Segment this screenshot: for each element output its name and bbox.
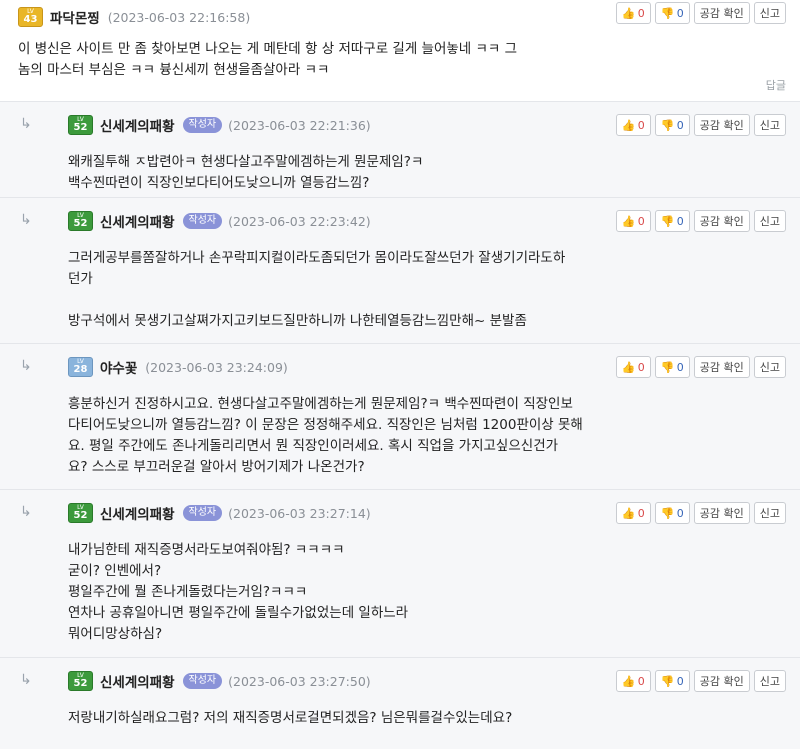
reply-arrow-icon: ↳ (20, 212, 32, 228)
comment-actions: 👍 0 👎 0 공감 확인 신고 (615, 114, 786, 136)
comment-actions: 👍 0 👎 0 공감 확인 신고 (615, 502, 786, 524)
reply-comment: ↳ LV 52 신세계의패황 작성자 (2023-06-03 23:27:14)… (0, 489, 800, 657)
like-button[interactable]: 👍 0 (615, 356, 651, 378)
comment-timestamp: (2023-06-03 22:21:36) (228, 117, 371, 133)
report-button[interactable]: 신고 (753, 502, 786, 524)
report-button[interactable]: 신고 (753, 356, 786, 378)
comment-header: LV 52 신세계의패황 작성자 (2023-06-03 23:27:50) 👍… (68, 668, 790, 694)
dislike-button[interactable]: 👎 0 (654, 114, 690, 136)
empathy-check-button[interactable]: 공감 확인 (693, 114, 750, 136)
comment-timestamp: (2023-06-03 23:24:09) (145, 359, 288, 375)
reply-arrow-icon: ↳ (20, 358, 32, 374)
level-badge-icon: LV 28 (68, 357, 93, 377)
like-button[interactable]: 👍 0 (615, 210, 651, 232)
reply-arrow-icon: ↳ (20, 116, 32, 132)
author-badge: 작성자 (182, 213, 223, 229)
dislike-button[interactable]: 👎 0 (654, 2, 690, 24)
thumbs-up-icon: 👍 (621, 674, 636, 688)
thumbs-up-icon: 👍 (621, 360, 636, 374)
empathy-check-button[interactable]: 공감 확인 (693, 2, 750, 24)
author-nickname[interactable]: 신세계의패황 (100, 115, 175, 135)
empathy-check-button[interactable]: 공감 확인 (693, 502, 750, 524)
empathy-check-button[interactable]: 공감 확인 (693, 356, 750, 378)
report-button[interactable]: 신고 (753, 210, 786, 232)
like-button[interactable]: 👍 0 (615, 2, 651, 24)
comment-actions: 👍 0 👎 0 공감 확인 신고 (615, 670, 786, 692)
thumbs-up-icon: 👍 (621, 6, 636, 20)
thumbs-down-icon: 👎 (660, 6, 675, 20)
thumbs-down-icon: 👎 (660, 118, 675, 132)
thumbs-down-icon: 👎 (660, 506, 675, 520)
level-badge-icon: LV 52 (68, 671, 93, 691)
comment-header: LV 52 신세계의패황 작성자 (2023-06-03 22:21:36) 👍… (68, 112, 790, 138)
comment-header: LV 52 신세계의패황 작성자 (2023-06-03 22:23:42) 👍… (68, 208, 790, 234)
comment-body: 왜캐질투해 ㅈ밥련아ㅋ 현생다살고주말에겜하는게 뭔문제임?ㅋ 백수찐따련이 직… (68, 154, 424, 191)
thumbs-up-icon: 👍 (621, 118, 636, 132)
author-nickname[interactable]: 신세계의패황 (100, 671, 175, 691)
like-button[interactable]: 👍 0 (615, 502, 651, 524)
like-button[interactable]: 👍 0 (615, 670, 651, 692)
dislike-button[interactable]: 👎 0 (654, 670, 690, 692)
author-nickname[interactable]: 야수꽃 (100, 357, 137, 377)
reply-content: LV 52 신세계의패황 작성자 (2023-06-03 23:27:14) 👍… (68, 490, 790, 645)
reply-content: LV 52 신세계의패황 작성자 (2023-06-03 23:27:50) 👍… (68, 658, 790, 729)
thumbs-up-icon: 👍 (621, 506, 636, 520)
comment-timestamp: (2023-06-03 23:27:14) (228, 505, 371, 521)
comment-timestamp: (2023-06-03 23:27:50) (228, 673, 371, 689)
comment-header: LV 28 야수꽃 (2023-06-03 23:24:09) 👍 0 👎 0 공감… (68, 354, 790, 380)
empathy-check-button[interactable]: 공감 확인 (693, 210, 750, 232)
reply-content: LV 52 신세계의패황 작성자 (2023-06-03 22:21:36) 👍… (68, 102, 790, 194)
author-badge: 작성자 (182, 505, 223, 521)
comment-body: 저랑내기하실래요그럼? 저의 재직증명서로걸면되겠음? 님은뭐를걸수있는데요? (68, 710, 513, 726)
like-button[interactable]: 👍 0 (615, 114, 651, 136)
report-button[interactable]: 신고 (753, 2, 786, 24)
comment: LV 43 파닥몬찡 (2023-06-03 22:16:58) 👍 0 👎 0 공… (0, 0, 800, 101)
author-nickname[interactable]: 파닥몬찡 (50, 7, 100, 27)
dislike-button[interactable]: 👎 0 (654, 210, 690, 232)
comment-body: 내가님한테 재직증명서라도보여줘야됨? ㅋㅋㅋㅋ 굳이? 인벤에서? 평일주간에… (68, 542, 409, 642)
reply-content: LV 52 신세계의패황 작성자 (2023-06-03 22:23:42) 👍… (68, 198, 790, 332)
reply-content: LV 28 야수꽃 (2023-06-03 23:24:09) 👍 0 👎 0 공감… (68, 344, 790, 478)
comment-body: 흥분하신거 진정하시고요. 현생다살고주말에겜하는게 뭔문제임?ㅋ 백수찐따련이… (68, 396, 583, 475)
comment-timestamp: (2023-06-03 22:16:58) (107, 9, 251, 25)
empathy-check-button[interactable]: 공감 확인 (693, 670, 750, 692)
level-badge-icon: LV 43 (18, 7, 43, 27)
comment-timestamp: (2023-06-03 22:23:42) (228, 213, 371, 229)
thumbs-down-icon: 👎 (660, 674, 675, 688)
dislike-button[interactable]: 👎 0 (654, 356, 690, 378)
thumbs-down-icon: 👎 (660, 360, 675, 374)
comment-actions: 👍 0 👎 0 공감 확인 신고 (615, 2, 786, 24)
comment-body: 이 병신은 사이트 만 좀 찾아보면 나오는 게 메탄데 항 상 저따구로 길게… (18, 41, 518, 78)
comment-actions: 👍 0 👎 0 공감 확인 신고 (615, 356, 786, 378)
thumbs-up-icon: 👍 (621, 214, 636, 228)
author-badge: 작성자 (182, 117, 223, 133)
author-nickname[interactable]: 신세계의패황 (100, 211, 175, 231)
comment-actions: 👍 0 👎 0 공감 확인 신고 (615, 210, 786, 232)
reply-comment: ↳ LV 52 신세계의패황 작성자 (2023-06-03 22:23:42)… (0, 197, 800, 343)
author-nickname[interactable]: 신세계의패황 (100, 503, 175, 523)
reply-arrow-icon: ↳ (20, 672, 32, 688)
level-badge-icon: LV 52 (68, 115, 93, 135)
comment-header: LV 43 파닥몬찡 (2023-06-03 22:16:58) 👍 0 👎 0 공… (18, 2, 786, 30)
reply-arrow-icon: ↳ (20, 504, 32, 520)
reply-link[interactable]: 답글 (766, 77, 786, 93)
level-badge-icon: LV 52 (68, 503, 93, 523)
report-button[interactable]: 신고 (753, 114, 786, 136)
level-badge-icon: LV 52 (68, 211, 93, 231)
author-badge: 작성자 (182, 673, 223, 689)
thumbs-down-icon: 👎 (660, 214, 675, 228)
reply-comment: ↳ LV 52 신세계의패황 작성자 (2023-06-03 23:27:50)… (0, 657, 800, 749)
dislike-button[interactable]: 👎 0 (654, 502, 690, 524)
comment-header: LV 52 신세계의패황 작성자 (2023-06-03 23:27:14) 👍… (68, 500, 790, 526)
reply-comment: ↳ LV 28 야수꽃 (2023-06-03 23:24:09) 👍 0 👎 0 … (0, 343, 800, 489)
comment-body: 그러게공부를쫌잘하거나 손꾸락피지컬이라도좀되던가 몸이라도잘쓰던가 잘생기기라… (68, 250, 566, 329)
report-button[interactable]: 신고 (753, 670, 786, 692)
reply-comment: ↳ LV 52 신세계의패황 작성자 (2023-06-03 22:21:36)… (0, 101, 800, 197)
